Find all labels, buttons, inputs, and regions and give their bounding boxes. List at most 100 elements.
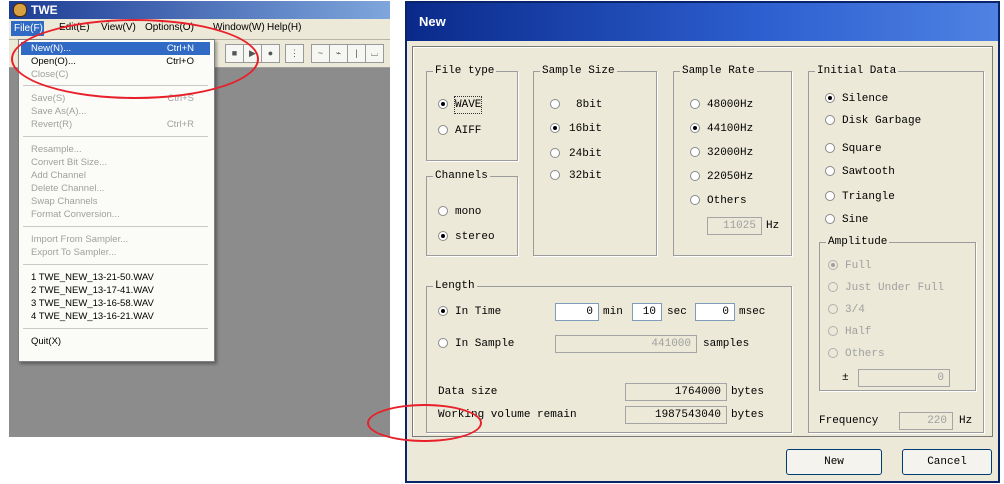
radio-button-icon	[438, 231, 448, 241]
amplitude-group: Amplitude Full Just Under Full 3/4 Half …	[819, 236, 976, 391]
record-icon[interactable]: ●	[261, 44, 280, 63]
menu-item-recent-2[interactable]: 2 TWE_NEW_13-17-41.WAV	[21, 284, 210, 297]
others-rate-input[interactable]: 11025	[707, 217, 762, 235]
radio-button-icon	[828, 348, 838, 358]
app-title: TWE	[31, 3, 58, 17]
menu-item-swap-channels[interactable]: Swap Channels	[21, 195, 210, 208]
new-dialog: New File type WAVE AIFF Channels mono st…	[405, 1, 1000, 483]
menu-item-recent-3[interactable]: 3 TWE_NEW_13-16-58.WAV	[21, 297, 210, 310]
radio-button-icon	[828, 304, 838, 314]
menu-help[interactable]: Help(H)	[267, 22, 301, 33]
dialog-titlebar: New	[407, 3, 998, 41]
file-menu-dropdown: New(N)... Ctrl+N Open(O)... Ctrl+O Close(C…	[18, 39, 215, 362]
radio-button-icon	[690, 123, 700, 133]
menu-item-quit[interactable]: Quit(X)	[21, 335, 210, 348]
radio-button-icon	[438, 338, 448, 348]
selection-icon[interactable]: ⌴	[365, 44, 384, 63]
radio-button-icon	[690, 99, 700, 109]
radio-button-icon	[828, 282, 838, 292]
frequency-label: Frequency	[819, 415, 879, 427]
radio-button-icon	[825, 214, 835, 224]
stop-icon[interactable]: ■	[225, 44, 244, 63]
menu-item-add-channel[interactable]: Add Channel	[21, 169, 210, 182]
menu-item-recent-4[interactable]: 4 TWE_NEW_13-16-21.WAV	[21, 310, 210, 323]
menu-item-format-conversion[interactable]: Format Conversion...	[21, 208, 210, 221]
seconds-input[interactable]: 10	[632, 303, 662, 321]
samples-input[interactable]: 441000	[555, 335, 697, 353]
menu-separator	[23, 85, 208, 86]
group-label: File type	[435, 65, 495, 77]
menu-item-import-from-sampler[interactable]: Import From Sampler...	[21, 233, 210, 246]
menu-item-close[interactable]: Close(C)	[21, 68, 210, 81]
menu-item-delete-channel[interactable]: Delete Channel...	[21, 182, 210, 195]
channels-group: Channels mono stereo	[426, 170, 518, 256]
menu-window[interactable]: Window(W)	[213, 22, 265, 33]
radio-button-icon	[828, 326, 838, 336]
data-size-value: 1764000	[625, 383, 727, 401]
plus-minus-label: ±	[842, 372, 849, 384]
radio-button-icon	[825, 166, 835, 176]
group-label: Channels	[435, 170, 488, 182]
app-titlebar: TWE	[9, 1, 390, 19]
length-group: Length In Time 0 min 10 sec 0 msec In Sa…	[426, 280, 792, 433]
menu-item-revert[interactable]: Revert(R) Ctrl+R	[21, 118, 210, 131]
msec-unit-label: msec	[739, 306, 766, 318]
play-icon[interactable]: ▶	[243, 44, 262, 63]
minutes-input[interactable]: 0	[555, 303, 599, 321]
radio-button-icon	[550, 123, 560, 133]
menu-bar: File(F) Edit(E) View(V) Options(O) Windo…	[9, 19, 390, 40]
mixer-icon[interactable]: ⋮	[285, 44, 304, 63]
radio-button-icon	[825, 93, 835, 103]
twe-app-window: TWE File(F) Edit(E) View(V) Options(O) W…	[9, 1, 390, 437]
menu-separator	[23, 136, 208, 137]
new-button[interactable]: New	[786, 449, 882, 475]
group-label: Sample Size	[542, 65, 615, 77]
envelope-icon[interactable]: ⌁	[329, 44, 348, 63]
amplitude-others-input[interactable]: 0	[858, 369, 950, 387]
group-label: Initial Data	[817, 65, 897, 77]
working-volume-value: 1987543040	[625, 406, 727, 424]
wave-icon[interactable]: ~	[311, 44, 330, 63]
dialog-title: New	[419, 14, 446, 29]
cancel-button[interactable]: Cancel	[902, 449, 992, 475]
menu-options[interactable]: Options(O)	[145, 22, 194, 33]
settings-panel: File type WAVE AIFF Channels mono stereo…	[412, 46, 993, 437]
working-volume-unit: bytes	[731, 409, 765, 421]
menu-separator	[23, 226, 208, 227]
group-label: Amplitude	[828, 236, 888, 248]
file-type-group: File type WAVE AIFF	[426, 65, 518, 161]
menu-item-resample[interactable]: Resample...	[21, 143, 210, 156]
radio-button-icon	[550, 99, 560, 109]
data-size-label: Data size	[438, 386, 498, 398]
group-label: Sample Rate	[682, 65, 755, 77]
radio-button-icon	[438, 99, 448, 109]
radio-button-icon	[825, 191, 835, 201]
min-unit-label: min	[603, 306, 623, 318]
menu-item-save-as[interactable]: Save As(A)...	[21, 105, 210, 118]
menu-separator	[23, 328, 208, 329]
radio-button-icon	[438, 125, 448, 135]
menu-file[interactable]: File(F)	[11, 21, 44, 36]
app-icon	[13, 3, 27, 17]
menu-item-new[interactable]: New(N)... Ctrl+N	[21, 42, 210, 55]
radio-button-icon	[550, 170, 560, 180]
menu-item-recent-1[interactable]: 1 TWE_NEW_13-21-50.WAV	[21, 271, 210, 284]
menu-edit[interactable]: Edit(E)	[59, 22, 90, 33]
dialog-body: File type WAVE AIFF Channels mono stereo…	[410, 41, 995, 478]
menu-view[interactable]: View(V)	[101, 22, 136, 33]
marker-icon[interactable]: |	[347, 44, 366, 63]
menu-item-save[interactable]: Save(S) Ctrl+S	[21, 92, 210, 105]
working-volume-label: Working volume remain	[438, 409, 577, 421]
data-size-unit: bytes	[731, 386, 765, 398]
frequency-input[interactable]: 220	[899, 412, 953, 430]
radio-button-icon	[825, 143, 835, 153]
samples-unit-label: samples	[703, 338, 750, 350]
menu-item-convert-bit-size[interactable]: Convert Bit Size...	[21, 156, 210, 169]
milliseconds-input[interactable]: 0	[695, 303, 735, 321]
sample-size-group: Sample Size 8bit 16bit 24bit 32bit	[533, 65, 657, 256]
menu-item-export-to-sampler[interactable]: Export To Sampler...	[21, 246, 210, 259]
sec-unit-label: sec	[667, 306, 687, 318]
radio-button-icon	[438, 306, 448, 316]
menu-item-open[interactable]: Open(O)... Ctrl+O	[21, 55, 210, 68]
initial-data-group: Initial Data Silence Disk Garbage Square…	[808, 65, 984, 433]
